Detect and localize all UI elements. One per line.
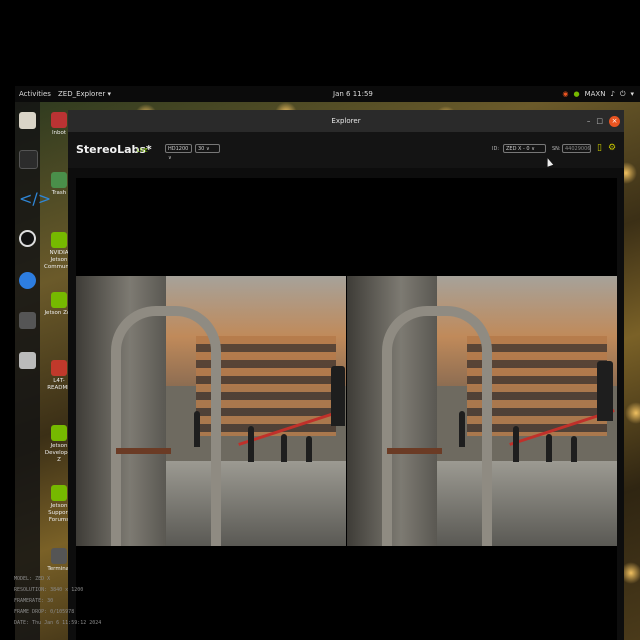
camera-settings-icon[interactable]: ▯ [597,143,602,153]
gear-icon[interactable]: ⚙ [608,143,616,153]
resolution-text: RESOLUTION: 3840 x 1200 [14,587,84,593]
vscode-icon[interactable]: </> [19,190,51,207]
window-titlebar[interactable]: Explorer – □ × [68,110,624,132]
fps-select[interactable]: 30 ∨ [195,144,220,153]
nvidia-icon[interactable]: ● [573,86,579,102]
power-mode-label[interactable]: MAXN [585,86,606,102]
desktop-icon-label: Inbot [51,130,67,136]
chromium-icon[interactable] [19,272,36,289]
obs-icon[interactable] [19,230,36,247]
framerate-text: FRAMERATE: 30 [14,598,54,604]
camera-id-label: ID: [492,146,500,152]
right-camera-image [347,276,617,546]
video-viewer[interactable] [76,178,617,640]
files-icon[interactable] [19,112,36,129]
drive-icon[interactable] [19,352,36,369]
terminal-icon[interactable] [19,150,38,169]
system-top-bar: Activities ZED_Explorer ▾ Jan 6 11:59 ◉ … [15,86,640,102]
explorer-header: StereoLabs* LIVE HD1200 ∨ 30 ∨ ID: ZED X… [68,132,624,168]
serial-number-field: 44029006 [562,144,591,153]
stream-info-panel: MODEL: ZED X RESOLUTION: 3840 x 1200 FRA… [14,574,101,629]
desktop-icon-label: Jetson Support Forums [48,503,70,523]
left-camera-image [76,276,346,546]
system-tray[interactable]: ◉ ● MAXN ♪ ⏻ ▾ [562,86,634,102]
window-title: Explorer [331,117,361,125]
resolution-select[interactable]: HD1200 ∨ [165,144,192,161]
frame-drop-text: FRAME DROP: 0/105978 [14,609,75,615]
explorer-window: Explorer – □ × StereoLabs* LIVE HD1200 ∨… [68,110,624,640]
clock[interactable]: Jan 6 11:59 [333,86,373,102]
activities-button[interactable]: Activities [19,86,51,102]
record-icon[interactable]: ◉ [562,86,568,102]
camera-id-select[interactable]: ZED X - 0 ∨ [503,144,546,153]
serial-number-label: SN: [552,146,561,152]
chevron-down-icon[interactable]: ▾ [630,86,634,102]
volume-icon[interactable]: ♪ [610,86,614,102]
blank-app-icon[interactable] [19,312,36,329]
model-text: MODEL: ZED X [14,576,51,582]
close-icon[interactable]: × [609,115,620,127]
dock: </> [15,102,51,640]
desktop-icon-label: Trash [51,190,67,196]
minimize-icon[interactable]: – [587,115,591,127]
live-label: LIVE [137,148,148,154]
power-icon[interactable]: ⏻ [620,86,626,102]
date-text: DATE: Thu Jan 6 11:59:12 2024 [14,620,102,626]
maximize-icon[interactable]: □ [596,115,603,127]
app-menu[interactable]: ZED_Explorer ▾ [58,86,111,102]
